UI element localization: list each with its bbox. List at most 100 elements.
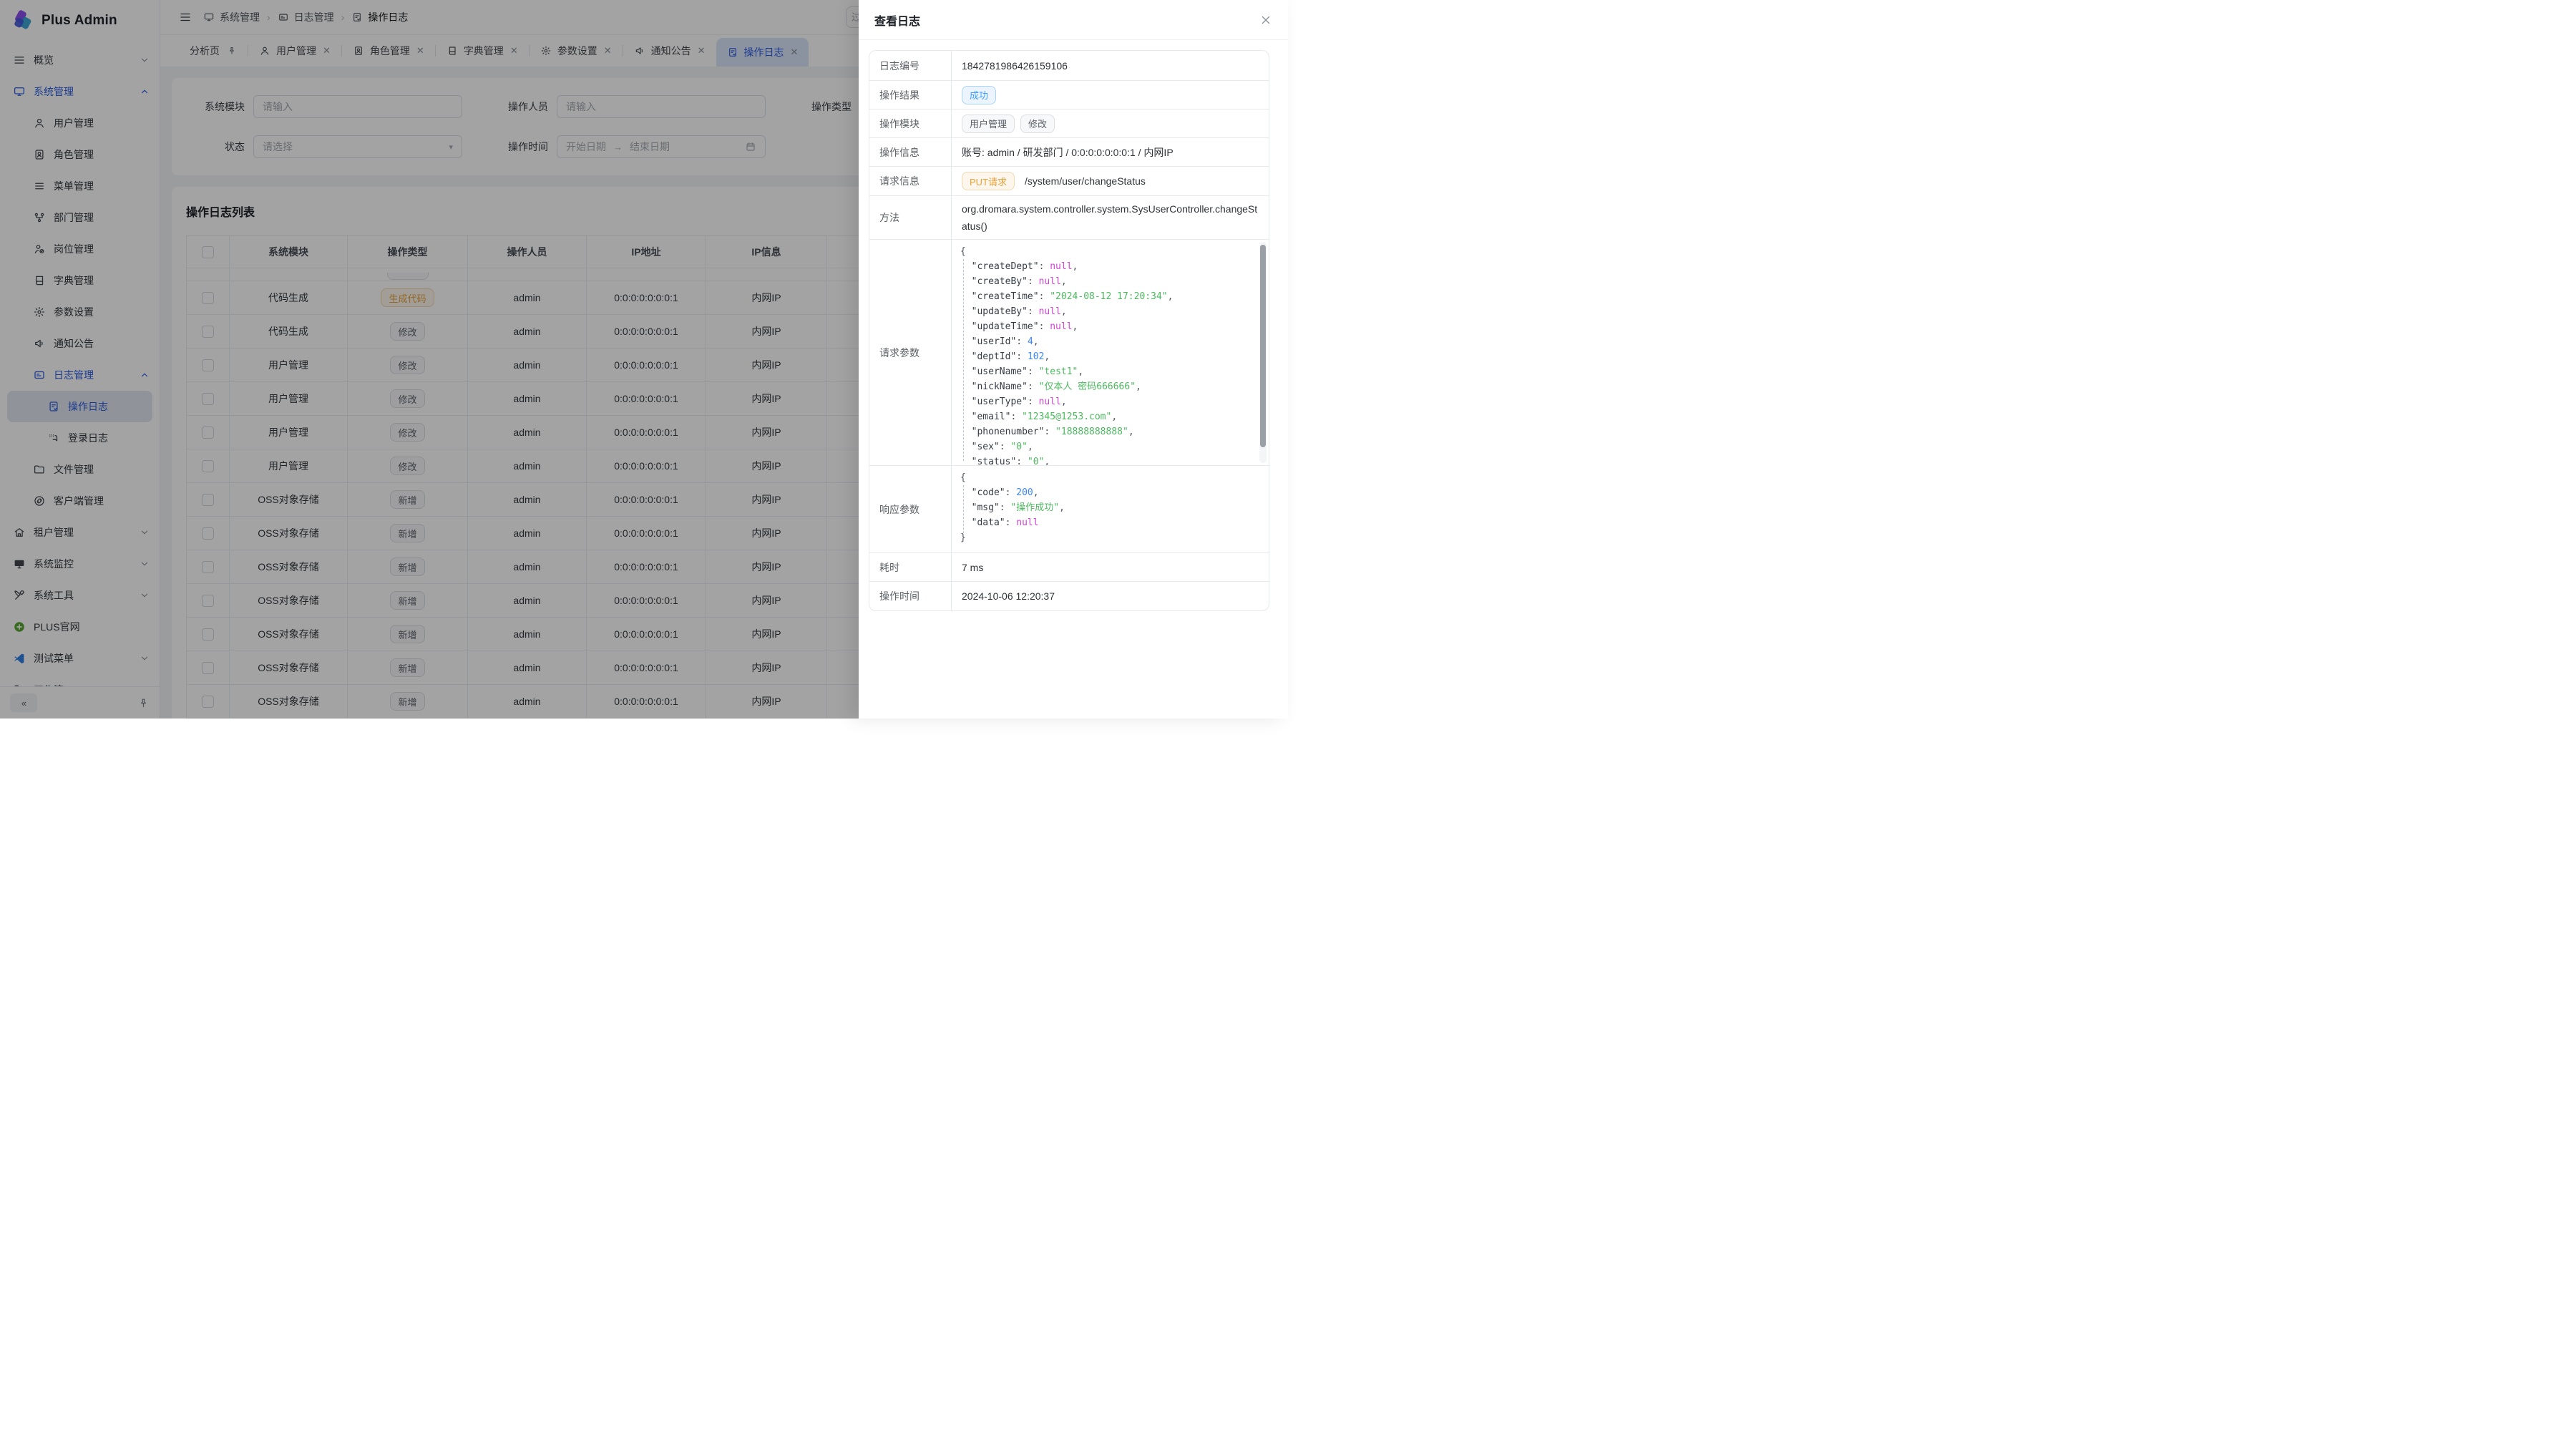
field-label: 请求参数 <box>869 240 952 465</box>
code-line: "userId": 4, <box>960 334 1260 349</box>
code-line: } <box>960 530 1260 545</box>
log-detail-drawer: 查看日志 日志编号1842781986426159106操作结果成功操作模块用户… <box>859 0 1288 718</box>
token: "phonenumber" <box>972 427 1045 437</box>
token: "userId" <box>972 336 1017 347</box>
field-row-result: 操作结果成功 <box>869 80 1269 109</box>
token: , <box>1033 487 1039 498</box>
token <box>960 381 972 392</box>
token: { <box>960 472 966 483</box>
token: "data" <box>972 517 1005 528</box>
token: 4 <box>1028 336 1033 347</box>
op-time-value: 2024-10-06 12:20:37 <box>952 582 1269 610</box>
log-detail-table: 日志编号1842781986426159106操作结果成功操作模块用户管理修改操… <box>869 50 1269 611</box>
code-line: "code": 200, <box>960 485 1260 500</box>
json-code-block[interactable]: { "createDept": null, "createBy": null, … <box>952 240 1269 465</box>
token: : <box>1028 306 1039 317</box>
token: : <box>1028 381 1039 392</box>
code-line: "nickName": "仅本人 密码666666", <box>960 379 1260 394</box>
token: : <box>1028 366 1039 377</box>
token: 102 <box>1028 351 1044 362</box>
token <box>960 442 972 452</box>
code-line: "updateTime": null, <box>960 319 1260 334</box>
field-row-method: 方法org.dromara.system.controller.system.S… <box>869 195 1269 239</box>
request-value: PUT请求/system/user/changeStatus <box>952 167 1269 195</box>
field-row-cost: 耗时 7 ms <box>869 552 1269 581</box>
field-row-info: 操作信息账号: admin / 研发部门 / 0:0:0:0:0:0:0:1 /… <box>869 137 1269 166</box>
field-label: 操作时间 <box>869 582 952 610</box>
token: "test1" <box>1039 366 1078 377</box>
token: , <box>1073 261 1078 272</box>
token: : <box>1000 442 1011 452</box>
field-row-request-params: 请求参数{ "createDept": null, "createBy": nu… <box>869 239 1269 465</box>
code-line: "phonenumber": "18888888888", <box>960 424 1260 439</box>
module-value: 用户管理修改 <box>952 109 1269 137</box>
field-label: 响应参数 <box>869 466 952 552</box>
code-line: "updateBy": null, <box>960 304 1260 319</box>
token: : <box>1000 502 1011 513</box>
module-tag: 修改 <box>1020 115 1055 133</box>
token <box>960 396 972 407</box>
token: "操作成功" <box>1010 502 1059 513</box>
token: , <box>1111 411 1117 422</box>
field-row-module: 操作模块用户管理修改 <box>869 109 1269 137</box>
token: , <box>1168 291 1174 302</box>
field-label: 操作结果 <box>869 81 952 109</box>
code-line: "deptId": 102, <box>960 349 1260 364</box>
token: , <box>1044 351 1050 362</box>
token <box>960 457 972 465</box>
token: null <box>1039 276 1061 287</box>
token: , <box>1033 336 1039 347</box>
token <box>960 487 972 498</box>
token: , <box>1059 502 1065 513</box>
token: : <box>1016 336 1028 347</box>
response-params-value: { "code": 200, "msg": "操作成功", "data": nu… <box>952 466 1269 552</box>
code-line: "userName": "test1", <box>960 364 1260 379</box>
field-text: 7 ms <box>962 562 983 573</box>
drawer-title: 查看日志 <box>874 11 920 29</box>
close-icon[interactable] <box>1259 14 1272 26</box>
token <box>960 411 972 422</box>
token <box>960 291 972 302</box>
field-label: 耗时 <box>869 553 952 581</box>
token <box>960 366 972 377</box>
field-row-log-id: 日志编号 1842781986426159106 <box>869 51 1269 80</box>
field-text: 1842781986426159106 <box>962 60 1068 72</box>
token: "updateBy" <box>972 306 1028 317</box>
indent-guide <box>963 485 964 533</box>
scrollbar-track[interactable] <box>1259 242 1267 463</box>
token: : <box>1028 276 1039 287</box>
field-label: 日志编号 <box>869 51 952 80</box>
field-label: 方法 <box>869 196 952 239</box>
code-line: "createTime": "2024-08-12 17:20:34", <box>960 289 1260 304</box>
token <box>960 276 972 287</box>
scrollbar-thumb[interactable] <box>1260 245 1266 447</box>
log-id-value: 1842781986426159106 <box>952 51 1269 80</box>
drawer-header: 查看日志 <box>859 0 1288 40</box>
code-line: "sex": "0", <box>960 439 1260 454</box>
field-row-request: 请求信息PUT请求/system/user/changeStatus <box>869 166 1269 195</box>
token: : <box>1044 427 1055 437</box>
token: "email" <box>972 411 1011 422</box>
token: : <box>1028 396 1039 407</box>
token: null <box>1039 396 1061 407</box>
token: , <box>1078 366 1083 377</box>
token: { <box>960 246 966 257</box>
token: null <box>1039 306 1061 317</box>
token: "0" <box>1010 442 1027 452</box>
token: "status" <box>972 457 1017 465</box>
code-line: { <box>960 244 1260 259</box>
token: "code" <box>972 487 1005 498</box>
code-line: "email": "12345@1253.com", <box>960 409 1260 424</box>
code-line: "createBy": null, <box>960 274 1260 289</box>
request-params-value: { "createDept": null, "createBy": null, … <box>952 240 1269 465</box>
result-tag: 成功 <box>962 86 996 104</box>
token: null <box>1016 517 1038 528</box>
token: , <box>1061 306 1067 317</box>
code-line: "msg": "操作成功", <box>960 500 1260 515</box>
token: } <box>960 532 966 543</box>
method-value: org.dromara.system.controller.system.Sys… <box>952 196 1269 239</box>
token <box>960 427 972 437</box>
field-row-response-params: 响应参数{ "code": 200, "msg": "操作成功", "data"… <box>869 465 1269 552</box>
token: : <box>1039 261 1050 272</box>
code-line: { <box>960 470 1260 485</box>
